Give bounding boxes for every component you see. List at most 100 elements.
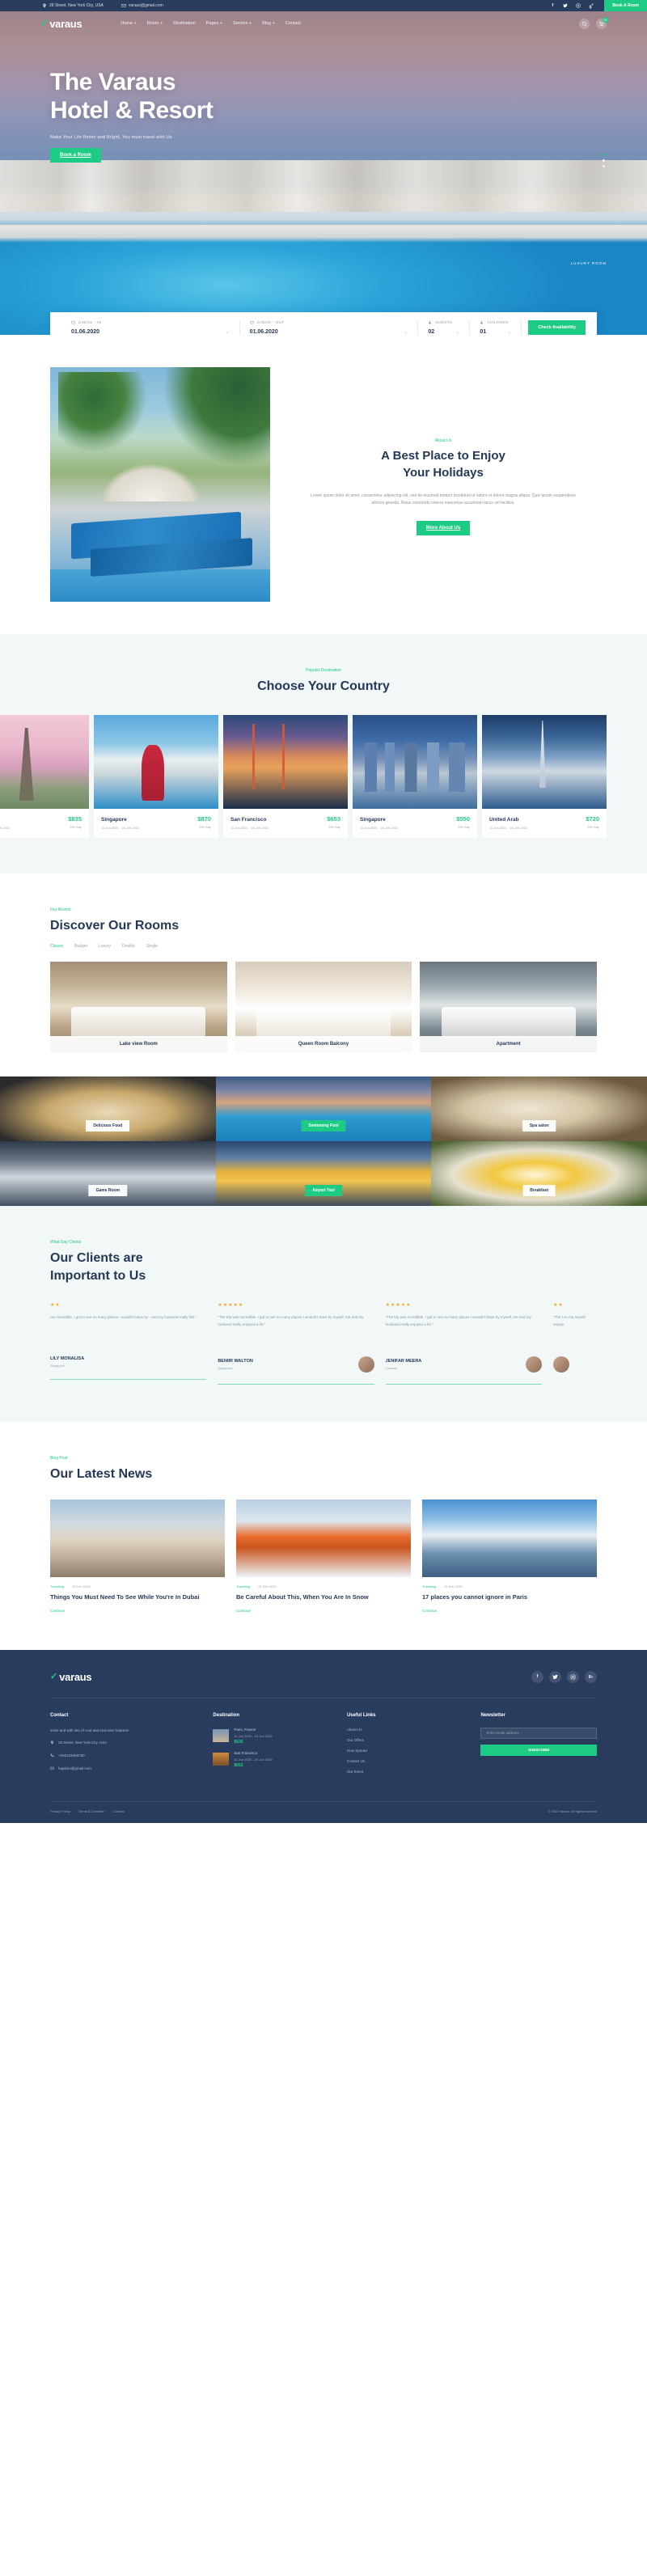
blog-tag[interactable]: Travelling	[236, 1584, 250, 1588]
topbar-book-button[interactable]: Book A Room	[604, 0, 647, 11]
blog-post-title[interactable]: 17 places you cannot ignore in Paris	[422, 1593, 597, 1602]
hero-dot-3[interactable]	[603, 165, 605, 167]
site-logo[interactable]: ✓ varaus	[40, 18, 82, 30]
footer-cookies[interactable]: Cookies	[113, 1809, 125, 1813]
room-card[interactable]: Apartment	[420, 962, 598, 1053]
checkin-field[interactable]: CHECK - IN 01.06.2020 ⌄	[61, 320, 240, 335]
footer-destination-item[interactable]: San Francisco 11 Jun 2020 - 15 Jun 2020 …	[213, 1751, 329, 1768]
destination-price: $835	[68, 814, 82, 823]
footer-terms[interactable]: Terms & Condition	[78, 1809, 105, 1813]
gallery-item[interactable]: Game Room	[0, 1141, 216, 1207]
more-about-us-button[interactable]: More About Us	[416, 520, 471, 535]
nav-item-room[interactable]: Room +	[147, 21, 163, 26]
footer-logo[interactable]: ✓ varaus	[50, 1670, 92, 1683]
footer-destination-item[interactable]: Paris, France 11 Jun 2020 - 15 Jun 2020 …	[213, 1728, 329, 1745]
destination-dates: 11 Jun 2020 - 15 Jun 2020	[360, 825, 399, 830]
cart-icon[interactable]: 02	[596, 16, 608, 29]
destination-city: Singapore	[101, 816, 127, 823]
hero-slider-dots[interactable]	[603, 154, 605, 171]
footer-link-contact-us[interactable]: Contact Us	[347, 1759, 463, 1763]
blog-tag[interactable]: Travelling	[422, 1584, 436, 1588]
footer-link-how-spread[interactable]: How Spread	[347, 1749, 463, 1753]
tab-classic[interactable]: Classic	[50, 944, 63, 949]
gallery-item[interactable]: Delicious Food	[0, 1077, 216, 1142]
chevron-down-icon[interactable]: ⌄	[507, 329, 511, 335]
destination-per-day: Per Day	[587, 824, 599, 829]
facebook-icon[interactable]: f	[546, 3, 559, 8]
nav-item-service[interactable]: Service +	[233, 21, 252, 26]
room-card[interactable]: Lake view Room	[50, 962, 227, 1053]
nav-item-pages[interactable]: Pages +	[206, 21, 222, 26]
footer-destination-column: Destination Paris, France 11 Jun 2020 - …	[213, 1713, 329, 1780]
twitter-icon[interactable]	[549, 1670, 561, 1683]
gallery-label: Delicious Food	[86, 1120, 130, 1132]
hero-book-room-button[interactable]: Book a Room	[50, 147, 101, 163]
google-plus-icon[interactable]: g+	[585, 2, 598, 10]
newsletter-subscribe-button[interactable]: SUBSCRIBE	[480, 1744, 597, 1756]
nav-item-home[interactable]: Home +	[121, 21, 136, 26]
footer-top: ✓ varaus f g +	[50, 1670, 597, 1698]
chevron-down-icon[interactable]: ⌄	[226, 329, 230, 335]
top-bar: 28 Street, New York City, USA varaus@gma…	[0, 0, 647, 11]
instagram-icon[interactable]	[567, 1670, 579, 1683]
hero-dot-1[interactable]	[603, 154, 605, 156]
footer-logo-text: varaus	[59, 1670, 92, 1683]
tab-budget[interactable]: Budget	[74, 944, 87, 949]
chevron-down-icon[interactable]: ⌄	[404, 329, 408, 335]
footer-privacy-policy[interactable]: Privacy Policy	[50, 1809, 70, 1813]
destination-card[interactable]: United Arab $720 11 Jun 2020 - 15 Jun 20…	[482, 714, 607, 838]
destination-per-day: Per Day	[458, 824, 470, 829]
blog-continue-link[interactable]: Continue	[422, 1609, 597, 1613]
room-card[interactable]: Queen Room Balcony	[235, 962, 412, 1053]
gallery-item[interactable]: Airport Taxi	[215, 1141, 432, 1207]
destinations-section: Popular Destination Choose Your Country …	[0, 634, 647, 873]
gallery-item[interactable]: Swimming Pool	[215, 1077, 432, 1142]
nav-item-contact[interactable]: Contact	[285, 21, 301, 26]
children-field[interactable]: CHILDREN 01 ⌄	[470, 320, 522, 335]
guests-field[interactable]: GUESTS 02 ⌄	[418, 320, 471, 335]
facebook-icon[interactable]: f	[531, 1670, 543, 1683]
site-footer: ✓ varaus f g + Contact solve and with lot…	[0, 1649, 647, 1823]
destination-card[interactable]: San Francisco $653 11 Jun 2020 - 15 Jun …	[223, 714, 348, 838]
destination-card[interactable]: France $835 11 Jun 2020 - 15 Jun 2020 Pe…	[0, 714, 89, 838]
blog-card[interactable]: Travelling 25 Feb 2020 17 places you can…	[422, 1499, 597, 1613]
destinations-rail[interactable]: France $835 11 Jun 2020 - 15 Jun 2020 Pe…	[0, 714, 647, 838]
blog-post-title[interactable]: Be Careful About This, When You Are In S…	[236, 1593, 411, 1602]
newsletter-email-input[interactable]: Enter email address	[480, 1727, 597, 1739]
instagram-icon[interactable]	[572, 3, 585, 8]
footer-link-our-event[interactable]: Our Event	[347, 1770, 463, 1774]
hero-title-line2: Hotel & Resort	[50, 97, 214, 125]
hero-dot-2[interactable]	[603, 159, 605, 162]
blog-card[interactable]: Travelling 25 Feb 2020 Things You Must N…	[50, 1499, 225, 1613]
footer-phone[interactable]: +000123456780	[50, 1753, 195, 1759]
blog-card[interactable]: Travelling 25 Feb 2020 Be Careful About …	[236, 1499, 411, 1613]
guests-label: GUESTS	[435, 320, 453, 324]
footer-bottom: Privacy Policy Terms & Condition Cookies…	[50, 1800, 597, 1823]
tab-single[interactable]: Single	[146, 944, 158, 949]
blog-continue-link[interactable]: Continue	[50, 1609, 225, 1613]
tab-double[interactable]: Double	[122, 944, 135, 949]
gallery-item[interactable]: Spa salon	[431, 1077, 647, 1142]
blog-continue-link[interactable]: Continue	[236, 1609, 411, 1613]
blog-tag[interactable]: Travelling	[50, 1584, 64, 1588]
checkout-field[interactable]: CHECK - OUT 01.06.2020 ⌄	[240, 320, 419, 335]
gallery-item[interactable]: Breakfast	[431, 1141, 647, 1207]
footer-link-our-offers[interactable]: Our Offers	[347, 1738, 463, 1742]
footer-contact-intro: solve and with lots of cool and exclusiv…	[50, 1728, 195, 1734]
twitter-icon[interactable]	[559, 3, 572, 8]
check-availability-button[interactable]: Check Availability	[528, 320, 586, 335]
destination-image	[353, 714, 477, 809]
nav-item-destination[interactable]: Destination	[173, 21, 196, 26]
hero-subtitle: Make Your Life Better and Bright, You mu…	[50, 134, 172, 140]
destination-card[interactable]: Singapore $870 11 Jun 2020 - 15 Jun 2020…	[94, 714, 218, 838]
topbar-email[interactable]: varaus@gmail.com	[121, 3, 163, 8]
destination-card[interactable]: Singapore $550 11 Jun 2020 - 15 Jun 2020…	[353, 714, 477, 838]
chevron-down-icon[interactable]: ⌄	[455, 329, 459, 335]
search-icon[interactable]	[579, 18, 590, 29]
tab-luxury[interactable]: Luxury	[99, 944, 111, 949]
footer-link-about-us[interactable]: About Us	[347, 1728, 463, 1732]
google-plus-icon[interactable]: g+	[585, 1670, 597, 1683]
nav-item-blog[interactable]: Blog +	[262, 21, 275, 26]
footer-email[interactable]: hapilom@gmail.com	[50, 1766, 195, 1772]
blog-post-title[interactable]: Things You Must Need To See While You're…	[50, 1593, 225, 1602]
